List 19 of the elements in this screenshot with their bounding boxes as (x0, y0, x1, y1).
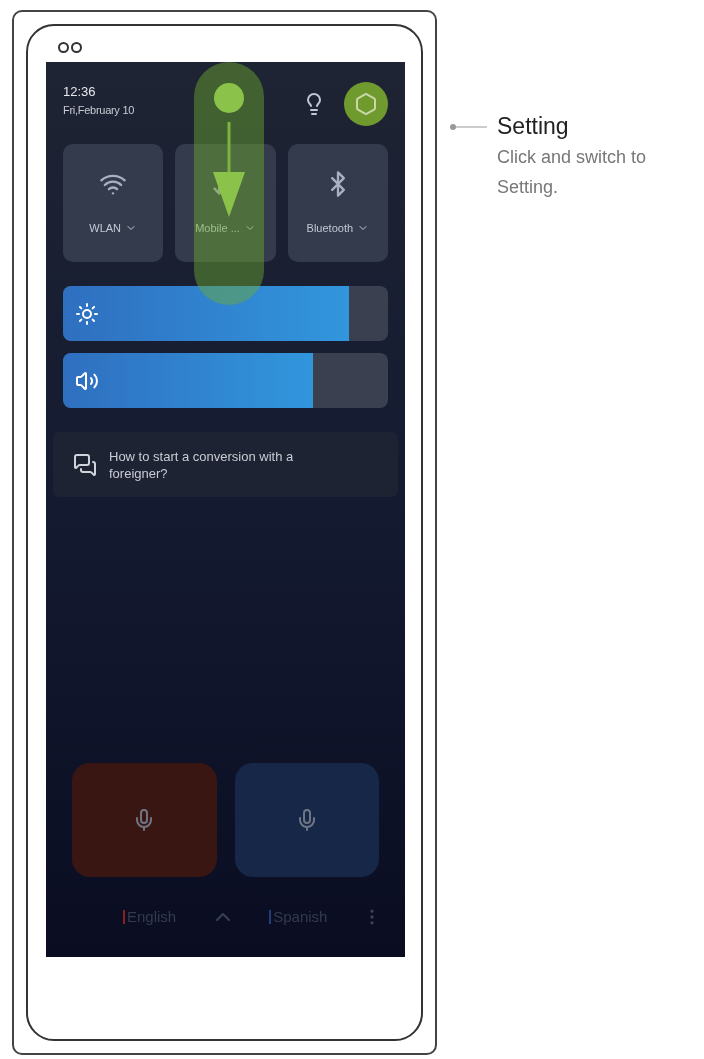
quick-toggle-tile[interactable]: WLAN (63, 144, 164, 262)
sun-icon (75, 301, 99, 326)
quick-toggle-tile[interactable]: Bluetooth (287, 144, 388, 262)
chat-bubbles-icon (73, 452, 97, 477)
callout-title: Setting (497, 112, 570, 140)
tile-label: Mobile ... (195, 220, 240, 236)
tile-label: WLAN (89, 220, 122, 236)
date-text: Fri,February 10 (63, 103, 135, 118)
camera-icon (58, 41, 69, 53)
tip-card[interactable]: How to start a conversion with a foreigner? (53, 432, 398, 497)
camera-icon (71, 41, 82, 53)
settings-button[interactable] (344, 82, 388, 126)
callout-description: Click and switch to Setting. (497, 146, 648, 199)
settings-icon (354, 92, 378, 116)
volume-slider[interactable] (63, 353, 388, 408)
tip-text: How to start a conversion with a foreigner? (109, 447, 295, 482)
leader-line (449, 122, 487, 132)
tile-label: Bluetooth (306, 220, 354, 236)
clock-time: 12:36 (63, 84, 97, 100)
